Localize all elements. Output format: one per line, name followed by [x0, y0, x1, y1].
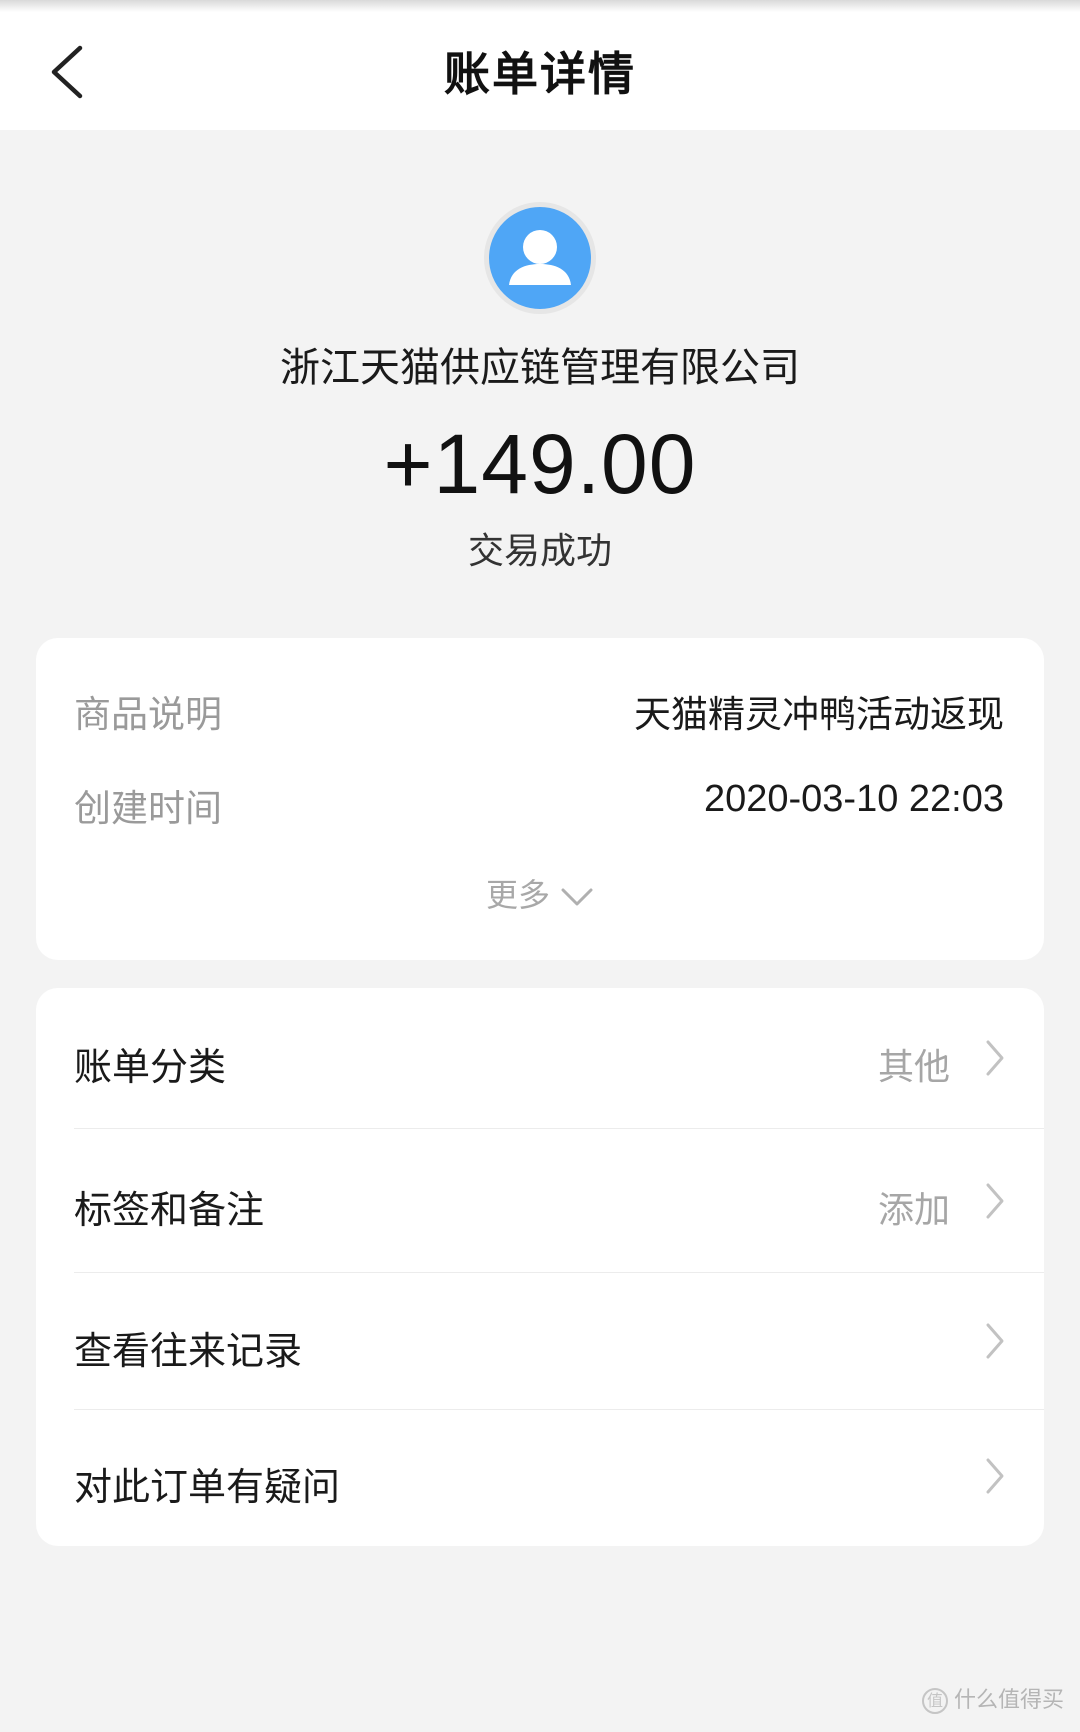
- chevron-right-icon: [986, 1040, 1004, 1076]
- more-label: 更多: [485, 876, 550, 914]
- watermark-logo-icon: 值: [921, 1688, 948, 1714]
- chevron-down-icon: [561, 888, 593, 906]
- tags-notes-row[interactable]: 标签和备注 添加: [36, 1129, 1044, 1272]
- order-question-row[interactable]: 对此订单有疑问: [36, 1410, 1044, 1546]
- transaction-history-label: 查看往来记录: [74, 1329, 303, 1373]
- transaction-history-row[interactable]: 查看往来记录: [36, 1273, 1044, 1409]
- transaction-amount: +149.00: [383, 417, 697, 511]
- top-bar: 账单详情: [0, 0, 1080, 130]
- order-question-label: 对此订单有疑问: [74, 1465, 341, 1509]
- created-time-label: 创建时间: [74, 787, 222, 830]
- merchant-avatar: [484, 202, 596, 314]
- merchant-name: 浙江天猫供应链管理有限公司: [280, 345, 800, 391]
- tags-notes-value: 添加: [877, 1190, 950, 1231]
- watermark: 值什么值得买: [921, 1682, 1064, 1714]
- more-toggle[interactable]: 更多: [36, 870, 1044, 916]
- tags-notes-label: 标签和备注: [74, 1188, 265, 1232]
- transaction-status: 交易成功: [467, 531, 612, 572]
- user-avatar-icon: [509, 230, 571, 285]
- watermark-text: 什么值得买: [953, 1688, 1064, 1713]
- bill-category-label: 账单分类: [74, 1045, 227, 1089]
- status-bar: [0, 0, 1080, 12]
- details-card: 商品说明 天猫精灵冲鸭活动返现 创建时间 2020-03-10 22:03 更多: [36, 638, 1044, 960]
- actions-card: 账单分类 其他 标签和备注 添加 查看往来记录 对此订单有疑问: [36, 988, 1044, 1546]
- product-description-value: 天猫精灵冲鸭活动返现: [634, 693, 1004, 736]
- product-description-label: 商品说明: [74, 693, 222, 736]
- page-title: 账单详情: [444, 47, 636, 101]
- bill-category-value: 其他: [877, 1047, 950, 1088]
- chevron-right-icon: [986, 1183, 1004, 1219]
- chevron-right-icon: [986, 1458, 1004, 1494]
- bill-category-row[interactable]: 账单分类 其他: [36, 988, 1044, 1128]
- created-time-value: 2020-03-10 22:03: [703, 778, 1004, 820]
- chevron-right-icon: [986, 1323, 1004, 1359]
